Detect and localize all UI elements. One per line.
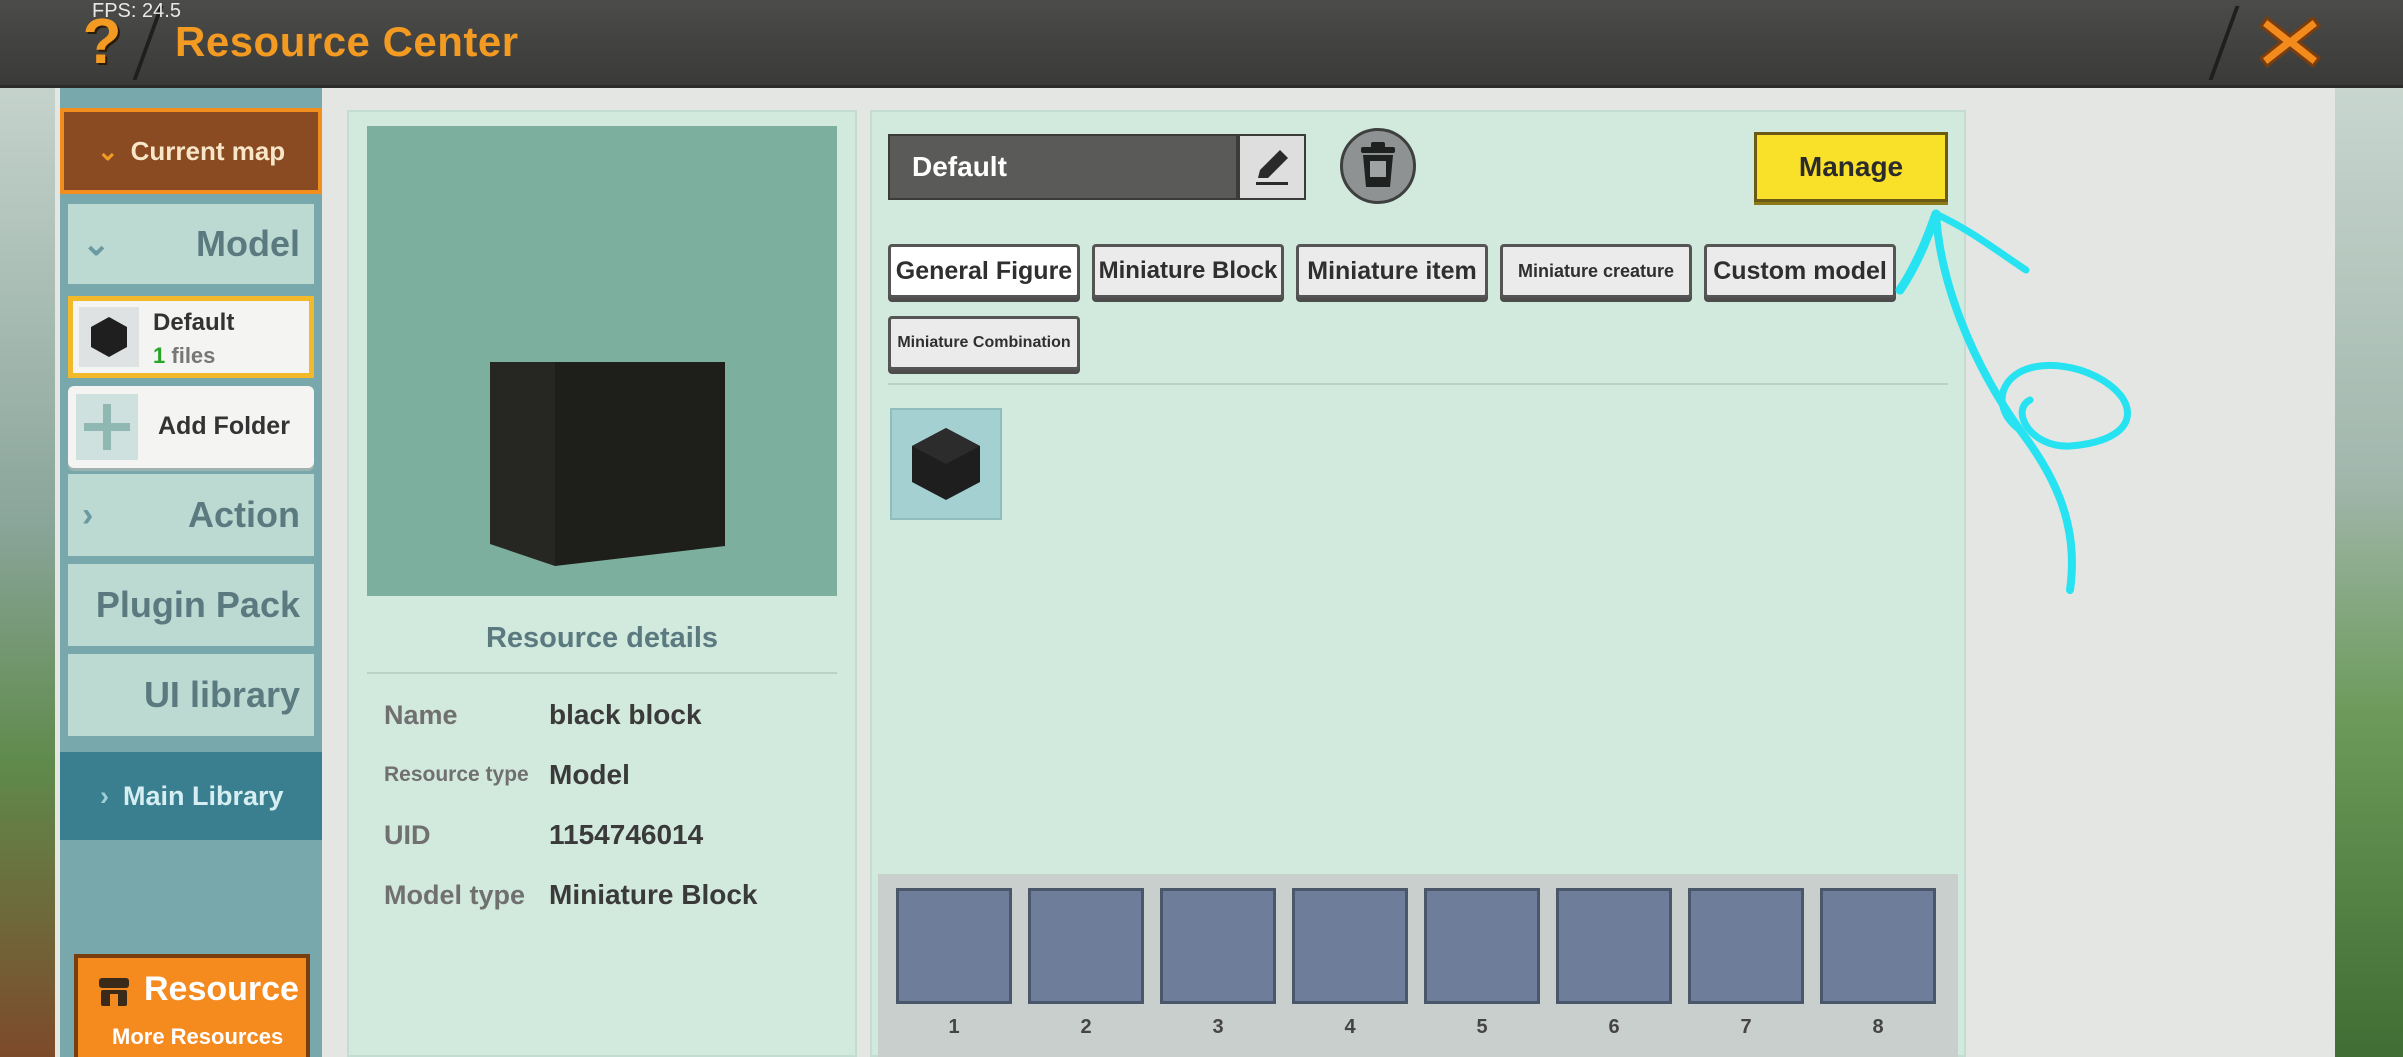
folder-name: Default bbox=[153, 309, 235, 336]
sidebar-item-label: Plugin Pack bbox=[95, 584, 300, 625]
hotbar-slot[interactable] bbox=[1292, 888, 1408, 1004]
resource-subtitle: More Resources bbox=[112, 1024, 284, 1049]
close-button[interactable] bbox=[2255, 10, 2325, 74]
sidebar-item-label: Model bbox=[196, 223, 300, 264]
sidebar-item-model[interactable]: ⌄ Model bbox=[68, 204, 314, 284]
hotbar-slot[interactable] bbox=[1688, 888, 1804, 1004]
hotbar-slot[interactable] bbox=[896, 888, 1012, 1004]
current-map-tab[interactable]: ⌄ Current map bbox=[60, 108, 322, 194]
hotbar-slot[interactable] bbox=[1424, 888, 1540, 1004]
main-library-label: Main Library bbox=[123, 780, 284, 811]
resource-store-button[interactable]: Resource More Resources bbox=[74, 954, 310, 1057]
add-folder-button[interactable]: Add Folder bbox=[68, 386, 314, 468]
chevron-right-icon: › bbox=[82, 495, 94, 534]
hotbar-slot-number: 5 bbox=[1476, 1016, 1488, 1038]
model-preview[interactable] bbox=[367, 126, 837, 596]
tab-miniature-block[interactable]: Miniature Block bbox=[1092, 244, 1284, 298]
folder-file-count: 1 files bbox=[153, 343, 215, 369]
background-scenery-left bbox=[0, 85, 60, 1057]
hotbar-slot-number: 8 bbox=[1872, 1016, 1884, 1038]
hexagon-block-icon bbox=[91, 317, 127, 357]
sidebar-item-action[interactable]: › Action bbox=[68, 474, 314, 556]
main-library-tab[interactable]: › Main Library bbox=[60, 752, 322, 840]
delete-button[interactable] bbox=[1340, 128, 1416, 204]
add-folder-label: Add Folder bbox=[158, 412, 290, 440]
hexagon-block-icon bbox=[912, 428, 980, 500]
detail-value-name: black block bbox=[549, 699, 702, 730]
page-title: Resource Center bbox=[175, 18, 519, 65]
store-icon bbox=[99, 978, 129, 1006]
pencil-icon bbox=[1256, 150, 1288, 185]
hotbar-slot-number: 4 bbox=[1344, 1016, 1356, 1038]
detail-label-name: Name bbox=[384, 700, 458, 730]
folder-thumbnail bbox=[79, 307, 139, 367]
background-scenery-right bbox=[2335, 85, 2403, 1057]
hotbar-slot[interactable] bbox=[1160, 888, 1276, 1004]
detail-label-model-type: Model type bbox=[384, 880, 526, 910]
sidebar-item-label: Action bbox=[188, 494, 300, 535]
tab-general-figure[interactable]: General Figure bbox=[888, 244, 1080, 298]
chevron-down-icon: ⌄ bbox=[82, 225, 111, 263]
sidebar-item-plugin-pack[interactable]: Plugin Pack bbox=[68, 564, 314, 646]
detail-label-resource-type: Resource type bbox=[384, 763, 529, 786]
hotbar-slot[interactable] bbox=[1556, 888, 1672, 1004]
chevron-down-icon: ⌄ bbox=[96, 135, 119, 166]
plus-icon bbox=[76, 394, 138, 460]
tab-miniature-creature[interactable]: Miniature creature bbox=[1500, 244, 1692, 298]
detail-value-uid: 1154746014 bbox=[549, 819, 704, 850]
detail-value-model-type: Miniature Block bbox=[549, 879, 758, 910]
divider bbox=[367, 672, 837, 674]
rename-button[interactable] bbox=[1238, 134, 1306, 200]
tab-miniature-combination[interactable]: Miniature Combination bbox=[888, 316, 1080, 370]
hotbar-slot[interactable] bbox=[1820, 888, 1936, 1004]
chevron-right-icon: › bbox=[100, 780, 109, 811]
fps-counter: FPS: 24.5 bbox=[92, 0, 181, 22]
divider bbox=[2208, 6, 2240, 80]
file-count-number: 1 bbox=[153, 343, 166, 368]
black-cube-model bbox=[490, 362, 725, 566]
resource-details-title: Resource details bbox=[485, 622, 719, 654]
hotbar-slot-number: 7 bbox=[1740, 1016, 1752, 1038]
title-bar: ? FPS: 24.5 Resource Center bbox=[0, 0, 2403, 88]
hotbar-slot-number: 2 bbox=[1080, 1016, 1092, 1038]
hotbar-slot[interactable] bbox=[1028, 888, 1144, 1004]
hotbar-slot-number: 6 bbox=[1608, 1016, 1620, 1038]
detail-value-resource-type: Model bbox=[549, 759, 630, 790]
sidebar-item-ui-library[interactable]: UI library bbox=[68, 654, 314, 736]
file-count-label: files bbox=[171, 343, 216, 368]
divider bbox=[888, 383, 1948, 385]
trash-icon bbox=[1361, 142, 1395, 187]
tab-custom-model[interactable]: Custom model bbox=[1704, 244, 1896, 298]
current-map-label: Current map bbox=[130, 135, 286, 166]
sidebar-item-label: UI library bbox=[143, 674, 300, 715]
hotbar-slot-number: 3 bbox=[1212, 1016, 1224, 1038]
tab-miniature-item[interactable]: Miniature item bbox=[1296, 244, 1488, 298]
resource-title: Resource bbox=[144, 970, 299, 1008]
manage-button[interactable]: Manage bbox=[1754, 132, 1948, 202]
folder-name-field[interactable]: Default bbox=[888, 134, 1238, 200]
hand-drawn-annotation bbox=[1895, 209, 2131, 594]
folder-card-default[interactable]: Default 1 files bbox=[68, 296, 314, 378]
hotbar-slot-number: 1 bbox=[948, 1016, 960, 1038]
detail-label-uid: UID bbox=[384, 820, 431, 850]
asset-tile-black-block[interactable] bbox=[890, 408, 1002, 520]
close-x-icon bbox=[2258, 15, 2322, 69]
